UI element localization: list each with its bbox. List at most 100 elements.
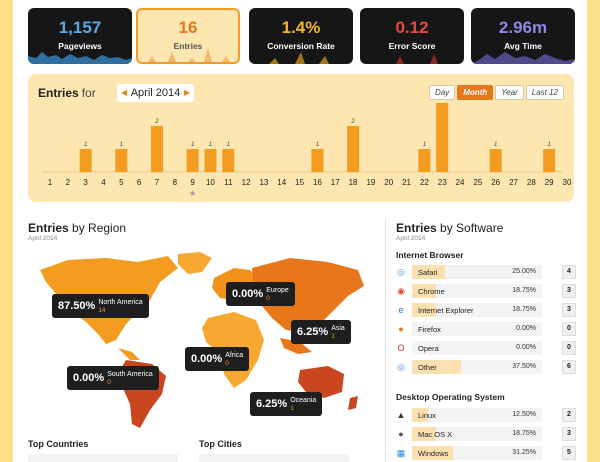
metric-tile-error-score[interactable]: 0.12 Error Score xyxy=(360,8,464,64)
os-group-title: Desktop Operating System xyxy=(396,392,505,402)
browser-row[interactable]: e Internet Explorer 18.75% 3 xyxy=(396,303,576,317)
bar-value-label: 1 xyxy=(423,142,426,148)
x-tick-label: 27 xyxy=(509,178,518,187)
x-tick-label: 16 xyxy=(313,178,322,187)
bar-day-29[interactable] xyxy=(543,149,556,172)
software-percent: 12.50% xyxy=(512,411,536,418)
callout-count: 1 xyxy=(331,332,335,340)
callout-pct: 6.25% xyxy=(256,398,288,410)
software-percent: 18.75% xyxy=(512,430,536,437)
callout-north-america[interactable]: 87.50% North America 14 xyxy=(52,294,149,318)
x-tick-label: 29 xyxy=(545,178,554,187)
ie-icon: e xyxy=(398,305,404,315)
browser-row[interactable]: O Opera 0.00% 0 xyxy=(396,341,576,355)
region-central-america[interactable] xyxy=(118,348,140,360)
top-countries-row[interactable] xyxy=(28,454,178,462)
range-month-button[interactable]: Month xyxy=(457,85,494,100)
x-tick-label: 12 xyxy=(242,178,251,187)
browser-row[interactable]: ● Firefox 0.00% 0 xyxy=(396,322,576,336)
software-subtitle: April 2014 xyxy=(396,235,426,242)
software-count: 2 xyxy=(562,408,576,422)
callout-europe[interactable]: 0.00% Europe 0 xyxy=(226,282,295,306)
sparkline xyxy=(138,48,238,62)
bar-value-label: 1 xyxy=(227,142,230,148)
callout-name-text: South America xyxy=(107,370,153,378)
month-picker: ◀ April 2014 ▶ xyxy=(117,84,194,102)
range-selector: Day Month Year Last 12 xyxy=(427,85,564,100)
metric-value: 1.4% xyxy=(281,18,321,37)
callout-oceania[interactable]: 6.25% Oceania 1 xyxy=(250,392,323,416)
prev-month-icon[interactable]: ◀ xyxy=(121,84,127,102)
top-cities-title: Top Cities xyxy=(199,439,242,449)
x-tick-label: 25 xyxy=(473,178,482,187)
bar-day-11[interactable] xyxy=(222,149,235,172)
bar-value-label: 1 xyxy=(494,142,497,148)
bar-value-label: 1 xyxy=(548,142,551,148)
callout-asia[interactable]: 6.25% Asia 1 xyxy=(291,320,351,344)
next-month-icon[interactable]: ▶ xyxy=(184,84,190,102)
range-day-button[interactable]: Day xyxy=(429,85,456,100)
os-row[interactable]: ▦ Windows 31.25% 5 xyxy=(396,446,576,460)
region-new-zealand[interactable] xyxy=(348,396,358,410)
top-countries-title: Top Countries xyxy=(28,439,89,449)
bar-day-23[interactable] xyxy=(436,103,449,172)
safari-icon: ◎ xyxy=(397,267,405,277)
bar-day-10[interactable] xyxy=(204,149,217,172)
bar-day-18[interactable] xyxy=(347,126,360,172)
sparkline xyxy=(28,52,132,64)
software-count: 3 xyxy=(562,303,576,317)
callout-name-text: Asia xyxy=(331,324,345,332)
chart-title-for: for xyxy=(81,86,96,100)
x-tick-label: 18 xyxy=(349,178,358,187)
browser-row[interactable]: ◎ Safari 25.00% 4 xyxy=(396,265,576,279)
callout-africa[interactable]: 0.00% Africa 0 xyxy=(185,347,250,371)
bar-value-label: 1 xyxy=(84,142,87,148)
bar-day-22[interactable] xyxy=(418,149,431,172)
bar-day-9[interactable] xyxy=(186,149,199,172)
bar-day-7[interactable] xyxy=(150,126,163,172)
bar-day-26[interactable] xyxy=(489,149,502,172)
callout-count: 0 xyxy=(225,359,229,367)
callout-south-america[interactable]: 0.00% South America 0 xyxy=(67,366,159,390)
top-cities-row[interactable] xyxy=(199,454,349,462)
region-greenland[interactable] xyxy=(178,252,212,274)
os-row[interactable]: ▲ Linux 12.50% 2 xyxy=(396,408,576,422)
windows-icon: ▦ xyxy=(396,448,406,458)
callout-name: Africa 0 xyxy=(225,352,243,367)
range-last-12-button[interactable]: Last 12 xyxy=(525,85,564,100)
bar-day-16[interactable] xyxy=(311,149,324,172)
os-row[interactable]: ● Mac OS X 18.75% 3 xyxy=(396,427,576,441)
range-year-button[interactable]: Year xyxy=(495,85,524,100)
callout-name: North America 14 xyxy=(98,299,142,314)
software-count: 5 xyxy=(562,446,576,460)
callout-name: Asia 1 xyxy=(331,325,345,340)
x-tick-label: 21 xyxy=(402,178,411,187)
x-tick-label: 15 xyxy=(295,178,304,187)
globe-icon: ◎ xyxy=(397,362,405,372)
callout-count: 0 xyxy=(107,378,111,386)
software-percent: 25.00% xyxy=(512,268,536,275)
x-tick-label: 11 xyxy=(224,178,233,187)
bar-day-5[interactable] xyxy=(115,149,128,172)
software-name: Linux xyxy=(418,411,436,420)
callout-count: 0 xyxy=(266,294,270,302)
metric-tile-entries[interactable]: 16 Entries xyxy=(136,8,240,64)
software-title: Entries by Software xyxy=(396,221,503,235)
bar-value-label: 1 xyxy=(209,142,212,148)
bar-value-label: 2 xyxy=(154,119,159,125)
bar-day-3[interactable] xyxy=(79,149,92,172)
metric-tile-avg-time[interactable]: 2.96m Avg Time xyxy=(471,8,575,64)
x-tick-label: 9 xyxy=(190,178,195,187)
x-tick-label: 4 xyxy=(101,178,106,187)
callout-name: Europe 0 xyxy=(266,287,289,302)
browser-row[interactable]: ◉ Chrome 18.75% 3 xyxy=(396,284,576,298)
browser-row[interactable]: ◎ Other 37.50% 6 xyxy=(396,360,576,374)
x-tick-label: 13 xyxy=(259,178,268,187)
callout-name-text: Africa xyxy=(225,351,244,359)
metric-tile-pageviews[interactable]: 1,157 Pageviews xyxy=(28,8,132,64)
region-title-main: Entries xyxy=(28,221,69,235)
x-tick-label: 3 xyxy=(83,178,88,187)
metric-tile-conversion-rate[interactable]: 1.4% Conversion Rate xyxy=(249,8,353,64)
bar-value-label: 1 xyxy=(120,142,123,148)
firefox-icon: ● xyxy=(398,324,404,334)
